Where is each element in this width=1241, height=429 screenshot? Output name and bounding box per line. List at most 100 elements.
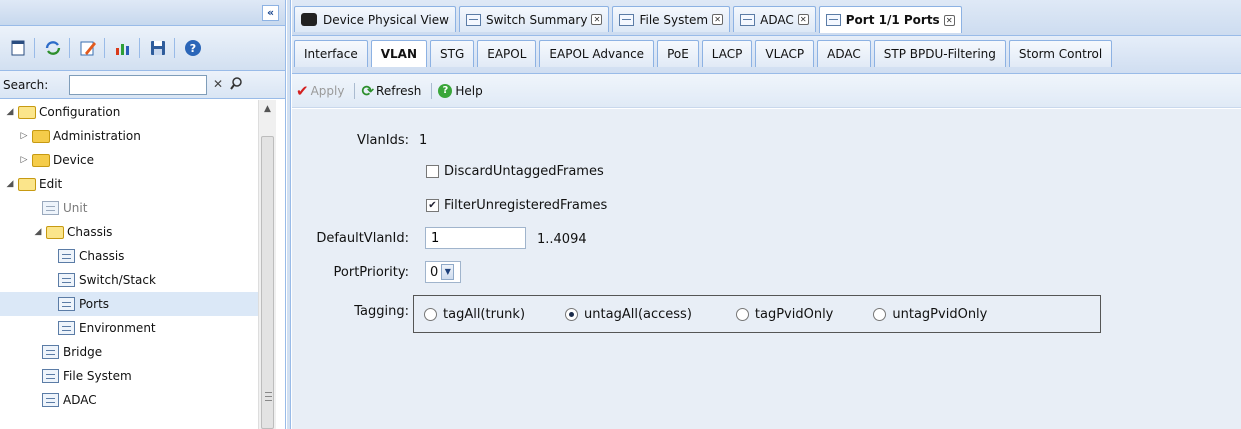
tagging-option[interactable]: tagAll(trunk) — [424, 307, 525, 322]
page-icon — [619, 13, 635, 26]
folder-icon — [18, 105, 36, 119]
port-tab[interactable]: Interface — [294, 40, 368, 67]
content-pane: Device Physical View Switch Summary ✕ File … — [292, 0, 1241, 429]
chart-icon[interactable] — [113, 38, 133, 58]
page-icon — [58, 321, 75, 335]
close-tab-icon[interactable]: ✕ — [797, 14, 809, 25]
port-tab[interactable]: PoE — [657, 40, 699, 67]
page-icon — [825, 14, 841, 26]
document-tab[interactable]: Device Physical View — [294, 6, 456, 32]
folder-icon — [18, 177, 36, 191]
filter-unregistered-checkbox[interactable]: ✔ FilterUnregisteredFrames — [426, 198, 607, 213]
tree-node-label: Ports — [79, 297, 110, 311]
close-tab-icon[interactable]: ✕ — [943, 14, 955, 26]
checkbox-box[interactable] — [426, 165, 439, 178]
tagging-label: Tagging: — [354, 304, 409, 319]
clear-search-icon[interactable]: ✕ — [211, 77, 225, 93]
navigation-toolbar: ? — [0, 26, 285, 71]
port-priority-select[interactable]: 0 ▼ — [425, 261, 461, 283]
collapse-button[interactable]: « — [262, 5, 279, 21]
navigation-pane: « ? Search: ✕ ◢ Configuration ▷ Administrat… — [0, 0, 286, 429]
scrollbar-thumb[interactable] — [261, 136, 274, 429]
device-icon — [301, 13, 317, 26]
search-icon[interactable] — [229, 76, 243, 93]
refresh-button[interactable]: ⟳ Refresh — [361, 82, 421, 100]
chevron-down-icon[interactable]: ▼ — [441, 264, 455, 280]
page-icon — [58, 297, 75, 311]
edit-icon[interactable] — [78, 38, 98, 58]
collapse-arrow-icon[interactable]: ◢ — [4, 179, 16, 189]
radio-button[interactable] — [873, 307, 887, 321]
document-tab[interactable]: File System ✕ — [612, 6, 731, 32]
tree-node[interactable]: ◢ Configuration — [0, 100, 258, 124]
expand-arrow-icon[interactable]: ▷ — [18, 155, 30, 165]
tagging-option[interactable]: untagAll(access) — [565, 307, 692, 322]
refresh-label: Refresh — [376, 83, 422, 98]
radio-button[interactable] — [424, 307, 437, 321]
navigation-header: « — [0, 0, 285, 26]
pane-splitter[interactable] — [287, 0, 291, 429]
tree-node[interactable]: Unit — [0, 196, 258, 220]
tree-node[interactable]: Chassis — [0, 244, 258, 268]
toolbar-separator — [104, 38, 105, 58]
page-icon — [42, 369, 59, 383]
tree-node-label: File System — [63, 369, 132, 383]
port-tab[interactable]: ADAC — [817, 40, 871, 67]
tagging-option[interactable]: tagPvidOnly — [735, 307, 833, 322]
tree-node[interactable]: Bridge — [0, 340, 258, 364]
page-icon — [465, 13, 481, 26]
port-tab[interactable]: VLACP — [755, 40, 815, 67]
refresh-icon[interactable] — [43, 38, 63, 58]
folder-icon — [32, 129, 50, 143]
port-tab[interactable]: VLAN — [370, 40, 427, 67]
help-icon[interactable]: ? — [183, 38, 203, 58]
help-icon: ? — [438, 83, 453, 98]
apply-button[interactable]: ✔ Apply — [296, 82, 344, 100]
document-tab[interactable]: ADAC ✕ — [733, 6, 816, 32]
radio-button[interactable] — [565, 307, 579, 321]
port-tab[interactable]: EAPOL Advance — [539, 40, 655, 67]
collapse-arrow-icon[interactable]: ◢ — [32, 227, 44, 237]
tree-node[interactable]: Ports — [0, 292, 258, 316]
tree-scrollbar[interactable]: ▲ — [258, 100, 276, 429]
tagging-option[interactable]: untagPvidOnly — [873, 307, 987, 322]
page-icon — [58, 273, 75, 287]
page-icon — [58, 249, 75, 263]
port-tab[interactable]: STG — [430, 40, 475, 67]
help-button[interactable]: ? Help — [438, 83, 483, 98]
window-icon[interactable] — [8, 38, 28, 58]
document-tab[interactable]: Switch Summary ✕ — [458, 6, 610, 32]
checkbox-box[interactable]: ✔ — [426, 199, 439, 212]
port-tab[interactable]: EAPOL — [477, 40, 537, 67]
collapse-arrow-icon[interactable]: ◢ — [4, 107, 16, 117]
tree-node[interactable]: Environment — [0, 316, 258, 340]
port-tab[interactable]: Storm Control — [1008, 40, 1113, 67]
tree-node-label: Unit — [63, 201, 88, 215]
document-tab-label: File System — [639, 12, 709, 27]
tree-node[interactable]: File System — [0, 364, 258, 388]
tree-node[interactable]: ◢ Chassis — [0, 220, 258, 244]
radio-button[interactable] — [735, 307, 749, 321]
document-tab-label: Device Physical View — [323, 12, 449, 27]
expand-arrow-icon[interactable]: ▷ — [18, 131, 30, 141]
tree-node[interactable]: ▷ Device — [0, 148, 258, 172]
default-vlan-range: 1..4094 — [537, 232, 587, 247]
default-vlan-input[interactable] — [425, 227, 526, 249]
discard-untagged-checkbox[interactable]: DiscardUntaggedFrames — [426, 164, 604, 179]
tree-node[interactable]: ADAC — [0, 388, 258, 412]
tree-node[interactable]: Switch/Stack — [0, 268, 258, 292]
port-tab[interactable]: STP BPDU-Filtering — [873, 40, 1006, 67]
save-icon[interactable] — [148, 38, 168, 58]
scroll-up-icon[interactable]: ▲ — [259, 100, 276, 118]
port-tab[interactable]: LACP — [701, 40, 753, 67]
tree-node[interactable]: ▷ Administration — [0, 124, 258, 148]
tree-node[interactable]: ◢ Edit — [0, 172, 258, 196]
tagging-option-label: tagAll(trunk) — [443, 306, 526, 322]
vlanids-value: 1 — [419, 133, 428, 148]
close-tab-icon[interactable]: ✕ — [712, 14, 724, 25]
document-tab-bar: Device Physical View Switch Summary ✕ File … — [292, 0, 1241, 36]
search-input[interactable] — [69, 74, 207, 95]
document-tab[interactable]: Port 1/1 Ports ✕ — [818, 6, 962, 33]
tree-node-label: Chassis — [79, 249, 125, 263]
close-tab-icon[interactable]: ✕ — [591, 14, 603, 25]
